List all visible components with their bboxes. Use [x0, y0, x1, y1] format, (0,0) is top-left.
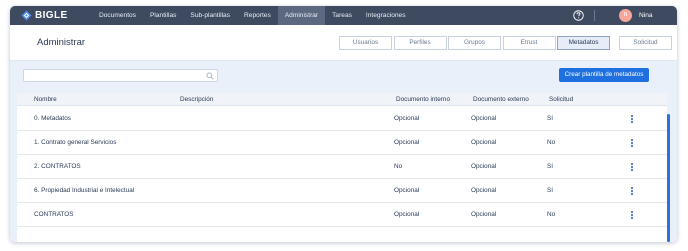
cell-solicitud: No [547, 211, 556, 218]
column-header-solicitud[interactable]: Solicitud [549, 93, 573, 106]
table-row[interactable]: 1. Contrato general Servicios Opcional O… [17, 131, 667, 155]
cell-documento-interno: Opcional [394, 115, 420, 122]
question-circle-icon[interactable] [573, 10, 584, 21]
bigle-logo-icon [21, 10, 32, 21]
cell-solicitud: Sí [547, 115, 554, 122]
cell-nombre: 1. Contrato general Servicios [34, 139, 117, 146]
cell-nombre: 0. Metadatos [34, 115, 71, 122]
nav-item-plantillas[interactable]: Plantillas [143, 6, 183, 25]
create-metadata-template-button[interactable]: Crear plantilla de metadatos [559, 68, 649, 82]
cell-documento-externo: Opcional [471, 139, 497, 146]
main-content: Crear plantilla de metadatos Nombre Desc… [10, 61, 677, 242]
top-navigation-bar: BIGLE Documentos Plantillas Sub-plantill… [10, 6, 677, 25]
cell-solicitud: No [547, 139, 556, 146]
cell-documento-externo: Opcional [471, 163, 497, 170]
topbar-divider [594, 10, 595, 21]
column-header-nombre[interactable]: Nombre [34, 93, 57, 106]
page-header: Administrar Usuarios Perfiles Grupos Etr… [10, 25, 677, 61]
table-header: Nombre Descripción Documento interno Doc… [17, 93, 667, 106]
tab-usuarios[interactable]: Usuarios [339, 36, 392, 50]
avatar[interactable]: N [619, 9, 632, 22]
cell-documento-interno: Opcional [394, 187, 420, 194]
tab-grupos[interactable]: Grupos [448, 36, 501, 50]
kebab-menu-icon[interactable] [630, 211, 634, 220]
kebab-menu-icon[interactable] [630, 115, 634, 124]
table-row[interactable]: 0. Metadatos Opcional Opcional Sí [17, 107, 667, 131]
cell-documento-interno: Opcional [394, 139, 420, 146]
nav-item-sub-plantillas[interactable]: Sub-plantillas [183, 6, 237, 25]
search-icon[interactable] [206, 72, 214, 80]
tab-perfiles[interactable]: Perfiles [393, 36, 447, 50]
search-input[interactable] [23, 69, 218, 82]
cell-nombre: CONTRATOS [34, 211, 74, 218]
kebab-menu-icon[interactable] [630, 187, 634, 196]
column-header-descripcion[interactable]: Descripción [180, 93, 213, 106]
table-scrollbar[interactable] [667, 114, 670, 242]
cell-nombre: 2. CONTRATOS [34, 163, 81, 170]
cell-documento-interno: No [394, 163, 403, 170]
column-header-documento-interno[interactable]: Documento interno [396, 93, 450, 106]
nav-item-administrar[interactable]: Administrar [277, 6, 326, 25]
app-window: BIGLE Documentos Plantillas Sub-plantill… [10, 6, 677, 242]
logo-text: BIGLE [35, 10, 68, 21]
main-nav: Documentos Plantillas Sub-plantillas Rep… [92, 6, 413, 25]
user-name[interactable]: Nina [639, 6, 653, 25]
cell-solicitud: Sí [547, 187, 554, 194]
admin-tabs: Usuarios Perfiles Grupos Etrust Metadato… [339, 36, 674, 50]
cell-documento-externo: Opcional [471, 115, 497, 122]
table-row[interactable]: 6. Propiedad Industrial e Intelectual Op… [17, 179, 667, 203]
column-header-documento-externo[interactable]: Documento externo [473, 93, 529, 106]
nav-item-documentos[interactable]: Documentos [92, 6, 143, 25]
cell-documento-externo: Opcional [471, 211, 497, 218]
table-row[interactable]: 2. CONTRATOS No Opcional Sí [17, 155, 667, 179]
nav-item-reportes[interactable]: Reportes [237, 6, 278, 25]
cell-documento-interno: Opcional [394, 211, 420, 218]
tab-solicitud[interactable]: Solicitud [619, 36, 672, 50]
cell-nombre: 6. Propiedad Industrial e Intelectual [34, 187, 135, 194]
kebab-menu-icon[interactable] [630, 139, 634, 148]
table-row[interactable]: CONTRATOS Opcional Opcional No [17, 203, 667, 227]
cell-solicitud: Sí [547, 163, 554, 170]
page-title: Administrar [37, 37, 86, 48]
cell-documento-externo: Opcional [471, 187, 497, 194]
app-logo[interactable]: BIGLE [21, 9, 68, 22]
metadata-table: Nombre Descripción Documento interno Doc… [17, 93, 667, 242]
kebab-menu-icon[interactable] [630, 163, 634, 172]
nav-item-integraciones[interactable]: Integraciones [359, 6, 413, 25]
nav-item-tareas[interactable]: Tareas [325, 6, 359, 25]
tab-etrust[interactable]: Etrust [502, 36, 556, 50]
tab-metadatos[interactable]: Metadatos [557, 36, 610, 50]
